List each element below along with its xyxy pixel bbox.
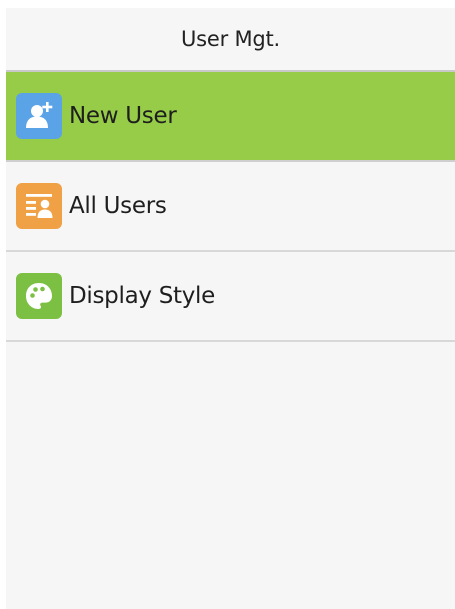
menu-item-display-style[interactable]: Display Style	[6, 252, 455, 342]
page-title: User Mgt.	[180, 27, 281, 51]
menu-item-label: New User	[69, 103, 177, 129]
user-list-icon	[16, 183, 62, 229]
menu-item-label: Display Style	[69, 283, 215, 309]
device-screen: User Mgt. New User All Users Display Sty…	[6, 8, 455, 609]
palette-icon	[16, 273, 62, 319]
menu-item-all-users[interactable]: All Users	[6, 162, 455, 252]
user-management-menu: New User All Users Display Style	[6, 72, 455, 342]
add-user-icon	[16, 93, 62, 139]
menu-item-new-user[interactable]: New User	[6, 72, 455, 162]
title-bar: User Mgt.	[6, 8, 455, 70]
menu-item-label: All Users	[69, 193, 167, 219]
